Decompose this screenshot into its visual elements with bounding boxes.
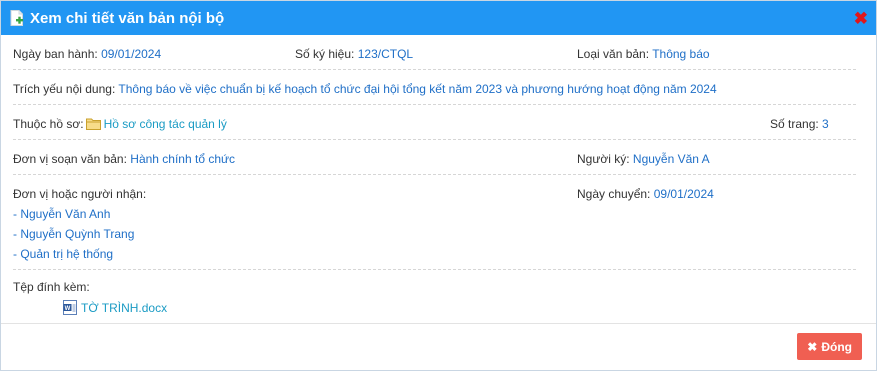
folder-icon: [85, 117, 101, 130]
dialog-header: Xem chi tiết văn bản nội bộ ✖: [1, 1, 876, 35]
svg-text:W: W: [65, 306, 71, 312]
dialog-body: Ngày ban hành: 09/01/2024 Số ký hiệu: 12…: [1, 35, 876, 315]
drafting-unit-label: Đơn vị soạn văn bản:: [13, 152, 127, 166]
close-button-label: Đóng: [821, 339, 852, 354]
summary-label: Trích yếu nội dung:: [13, 82, 116, 96]
doc-type-value: Thông báo: [652, 47, 710, 61]
row-drafting-unit: Đơn vị soạn văn bản: Hành chính tổ chức …: [13, 140, 856, 175]
document-add-icon: [10, 10, 24, 26]
row-recipients: Đơn vị hoặc người nhận: - Nguyễn Văn Anh…: [13, 175, 856, 270]
recipient-item: - Nguyễn Quỳnh Trang: [13, 227, 135, 241]
attachments-label: Tệp đính kèm:: [13, 280, 90, 294]
close-button[interactable]: ✖ Đóng: [797, 333, 862, 360]
recipients-label: Đơn vị hoặc người nhận:: [13, 187, 147, 201]
issue-date-value: 09/01/2024: [101, 47, 162, 61]
symbol-value: 123/CTQL: [357, 47, 414, 61]
recipient-item: - Quản trị hệ thống: [13, 247, 114, 261]
row-issue-info: Ngày ban hành: 09/01/2024 Số ký hiệu: 12…: [13, 35, 856, 70]
summary-value: Thông báo về việc chuẩn bị kế hoạch tổ c…: [118, 82, 717, 96]
document-detail-dialog: Xem chi tiết văn bản nội bộ ✖ Ngày ban h…: [0, 0, 877, 371]
row-summary: Trích yếu nội dung: Thông báo về việc ch…: [13, 70, 856, 105]
word-file-icon: W: [63, 300, 78, 315]
record-link[interactable]: Hồ sơ công tác quản lý: [104, 117, 227, 131]
drafting-unit-value: Hành chính tổ chức: [130, 152, 236, 166]
attachment-link[interactable]: TỜ TRÌNH.docx: [81, 301, 167, 315]
transfer-date-value: 09/01/2024: [653, 187, 714, 201]
close-icon[interactable]: ✖: [854, 10, 868, 27]
symbol-label: Số ký hiệu:: [295, 47, 355, 61]
dialog-footer: ✖ Đóng: [1, 323, 876, 370]
signer-label: Người ký:: [577, 152, 630, 166]
recipient-item: - Nguyễn Văn Anh: [13, 207, 111, 221]
attachment-item[interactable]: W TỜ TRÌNH.docx: [13, 300, 856, 315]
close-x-icon: ✖: [807, 339, 818, 354]
attachments-section: Tệp đính kèm: W TỜ TRÌNH.docx: [13, 270, 856, 315]
doc-type-label: Loại văn bản:: [577, 47, 650, 61]
issue-date-label: Ngày ban hành:: [13, 47, 98, 61]
record-label: Thuộc hồ sơ:: [13, 117, 84, 131]
row-record: Thuộc hồ sơ: Hồ sơ công tác quản lý Số tr…: [13, 105, 856, 140]
signer-value: Nguyễn Văn A: [632, 152, 710, 166]
page-count-label: Số trang:: [770, 117, 819, 131]
transfer-date-label: Ngày chuyển:: [577, 187, 651, 201]
dialog-title: Xem chi tiết văn bản nội bộ: [30, 9, 225, 27]
page-count-value: 3: [822, 117, 829, 131]
